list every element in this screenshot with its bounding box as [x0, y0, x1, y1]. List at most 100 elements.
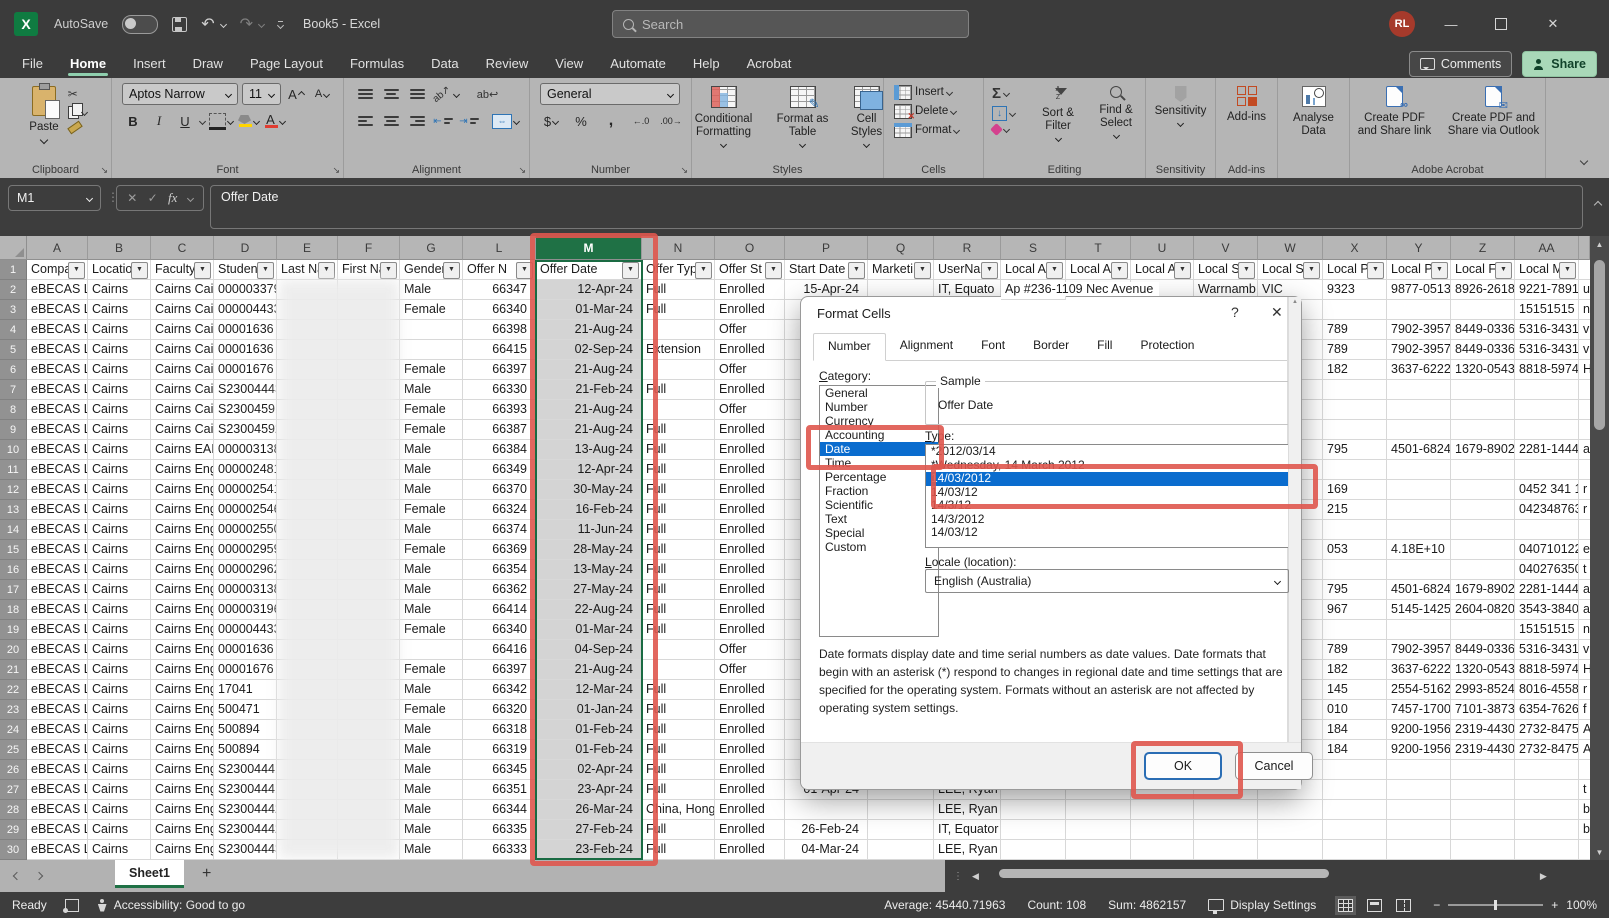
row-number[interactable]: 26 [0, 760, 27, 780]
cell-O30[interactable]: Enrolled [715, 840, 785, 860]
cell-U28[interactable] [1131, 800, 1194, 820]
cell-D11[interactable]: 000002481 [214, 460, 277, 480]
row-number[interactable]: 21 [0, 660, 27, 680]
cell-M18[interactable]: 22-Aug-24 [536, 600, 642, 620]
cell-Y10[interactable]: 4501-6824 [1387, 440, 1451, 460]
cell-M4[interactable]: 21-Aug-24 [536, 320, 642, 340]
cell-B3[interactable]: Cairns [88, 300, 151, 320]
cell-N23[interactable]: Full [642, 700, 715, 720]
filter-button[interactable]: ▼ [1367, 262, 1384, 279]
cell-A4[interactable]: eBECAS La [27, 320, 88, 340]
tab-draw[interactable]: Draw [193, 48, 223, 78]
column-header-V[interactable]: V [1194, 236, 1258, 260]
cell-Z10[interactable]: 1679-8902 [1451, 440, 1515, 460]
cell-M25[interactable]: 01-Feb-24 [536, 740, 642, 760]
cell-C21[interactable]: Cairns Eng [151, 660, 214, 680]
column-header-M[interactable]: M [536, 236, 642, 260]
cell-C8[interactable]: Cairns Cai [151, 400, 214, 420]
column-header-N[interactable]: N [642, 236, 715, 260]
cell-O14[interactable]: Enrolled [715, 520, 785, 540]
cell-AA8[interactable] [1515, 400, 1579, 420]
type-item-3[interactable]: 14/03/12 [926, 486, 1290, 500]
cell-Z19[interactable] [1451, 620, 1515, 640]
cell-V28[interactable] [1194, 800, 1258, 820]
number-format-select[interactable]: General [540, 83, 680, 105]
cell-Z17[interactable]: 1679-8902 [1451, 580, 1515, 600]
cell-W28[interactable] [1258, 800, 1323, 820]
next-sheet-button[interactable] [36, 867, 42, 885]
cell-D23[interactable]: 500471 [214, 700, 277, 720]
cell-N6[interactable] [642, 360, 715, 380]
cell-D21[interactable]: 00001676 [214, 660, 277, 680]
category-item-scientific[interactable]: Scientific [820, 498, 938, 512]
header-cell-Y[interactable]: Local P▼ [1387, 260, 1451, 280]
cell-B2[interactable]: Cairns [88, 280, 151, 300]
cell-M28[interactable]: 26-Mar-24 [536, 800, 642, 820]
cell-D2[interactable]: 000003379 [214, 280, 277, 300]
cell-B5[interactable]: Cairns [88, 340, 151, 360]
cell-Y29[interactable] [1387, 820, 1451, 840]
cell-A14[interactable]: eBECAS La [27, 520, 88, 540]
cell-X19[interactable] [1323, 620, 1387, 640]
cell-M13[interactable]: 16-Feb-24 [536, 500, 642, 520]
cell-C9[interactable]: Cairns Cai [151, 420, 214, 440]
cell-C30[interactable]: Cairns Eng [151, 840, 214, 860]
cell-G29[interactable]: Male [400, 820, 463, 840]
category-item-fraction[interactable]: Fraction [820, 484, 938, 498]
tab-file[interactable]: File [22, 48, 43, 78]
row-number[interactable]: 27 [0, 780, 27, 800]
cell-O22[interactable]: Enrolled [715, 680, 785, 700]
row-number[interactable]: 19 [0, 620, 27, 640]
excel-logo-icon[interactable]: X [14, 12, 38, 36]
cell-A6[interactable]: eBECAS La [27, 360, 88, 380]
cell-L2[interactable]: 66347 [463, 280, 536, 300]
cell-A20[interactable]: eBECAS La [27, 640, 88, 660]
increase-decimal-button[interactable]: ←.0 [630, 110, 652, 132]
row-number[interactable]: 23 [0, 700, 27, 720]
cell-L3[interactable]: 66340 [463, 300, 536, 320]
cancel-entry-button[interactable]: ✕ [127, 191, 137, 205]
cell-A30[interactable]: eBECAS La [27, 840, 88, 860]
cell-M23[interactable]: 01-Jan-24 [536, 700, 642, 720]
cell-G25[interactable]: Male [400, 740, 463, 760]
header-cell-M[interactable]: Offer Date▼ [536, 260, 642, 280]
cell-C20[interactable]: Cairns Eng [151, 640, 214, 660]
header-cell-F[interactable]: First Na▼ [338, 260, 400, 280]
cell-T28[interactable] [1066, 800, 1131, 820]
cell-O16[interactable]: Enrolled [715, 560, 785, 580]
cell-L10[interactable]: 66384 [463, 440, 536, 460]
cell-AA29[interactable] [1515, 820, 1579, 840]
paste-button[interactable]: Paste [24, 83, 63, 146]
cell-T30[interactable] [1066, 840, 1131, 860]
cell-C24[interactable]: Cairns Eng [151, 720, 214, 740]
category-list[interactable]: GeneralNumberCurrencyAccountingDateTimeP… [819, 385, 939, 637]
cell-O10[interactable]: Enrolled [715, 440, 785, 460]
cell-O24[interactable]: Enrolled [715, 720, 785, 740]
add-ins-button[interactable]: Add-ins [1222, 83, 1271, 127]
cell-D6[interactable]: 00001676 [214, 360, 277, 380]
filter-button[interactable]: ▼ [765, 262, 782, 279]
decrease-decimal-button[interactable]: .00→ [660, 110, 682, 132]
cell-A12[interactable]: eBECAS La [27, 480, 88, 500]
cell-Z21[interactable]: 1320-0543 [1451, 660, 1515, 680]
header-cell-T[interactable]: Local A▼ [1066, 260, 1131, 280]
cell-Y21[interactable]: 3637-6222 [1387, 660, 1451, 680]
cell-Z24[interactable]: 2319-4430 [1451, 720, 1515, 740]
cell-G9[interactable]: Female [400, 420, 463, 440]
filter-button[interactable]: ▼ [848, 262, 865, 279]
cell-B13[interactable]: Cairns [88, 500, 151, 520]
cell-X14[interactable] [1323, 520, 1387, 540]
cell-C13[interactable]: Cairns Eng [151, 500, 214, 520]
cell-Z7[interactable] [1451, 380, 1515, 400]
cell-M19[interactable]: 01-Mar-24 [536, 620, 642, 640]
cell-Y16[interactable] [1387, 560, 1451, 580]
cell-N21[interactable] [642, 660, 715, 680]
normal-view-button[interactable] [1338, 899, 1353, 912]
row-number[interactable]: 20 [0, 640, 27, 660]
cell-R28[interactable]: LEE, Ryan [934, 800, 1001, 820]
cell-Q29[interactable] [868, 820, 934, 840]
cell-N25[interactable]: Full [642, 740, 715, 760]
cell-C5[interactable]: Cairns Cai [151, 340, 214, 360]
name-box[interactable]: M1 [8, 185, 101, 211]
column-header-X[interactable]: X [1323, 236, 1387, 260]
